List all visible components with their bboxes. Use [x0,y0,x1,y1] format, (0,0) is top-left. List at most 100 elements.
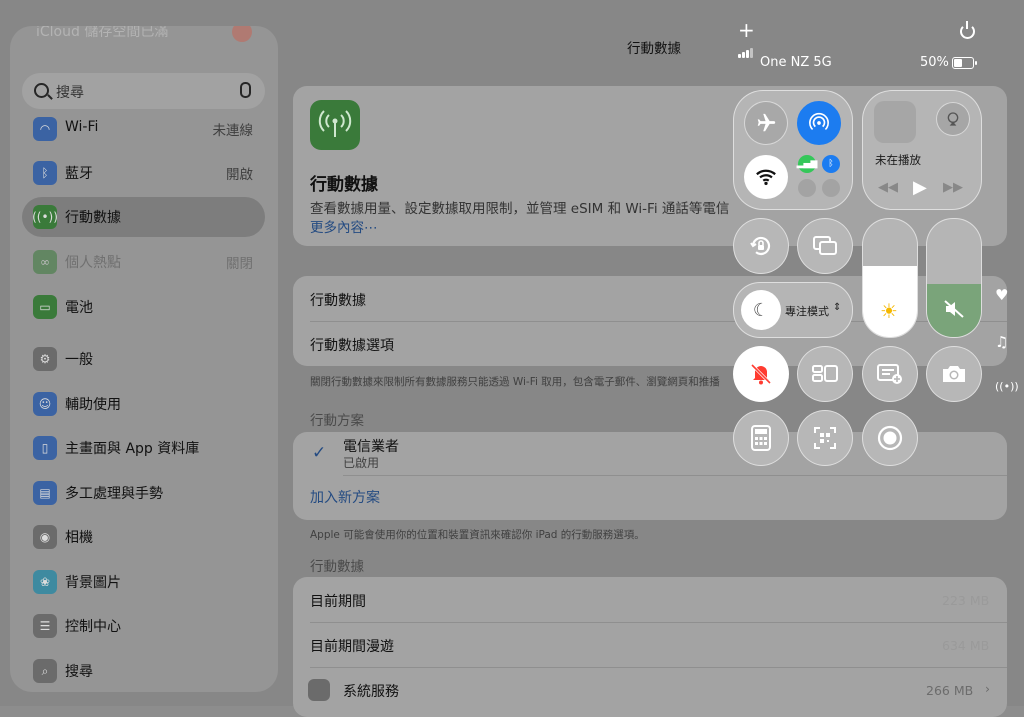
roaming-value: 634 MB [942,638,990,653]
add-control-icon[interactable]: + [738,20,755,40]
calculator-toggle[interactable] [733,410,789,466]
code-scanner-toggle[interactable] [797,410,853,466]
header-description: 查看數據用量、設定數據取用限制，並管理 eSIM 和 Wi-Fi 通話等電信 [310,201,730,217]
plan-status: 已啟用 [343,456,380,470]
plan-name[interactable]: 電信業者 [343,436,399,456]
quick-note-icon [877,364,902,384]
current-period-row: 目前期間 [310,594,366,610]
airplay-icon [947,112,959,126]
sidebar-item-label: 個人熱點 [65,255,121,271]
divider [310,667,1007,668]
sidebar-item-label: 多工處理與手勢 [65,486,163,502]
wifi-icon: ◠ [33,117,57,141]
search-field[interactable]: 搜尋 [22,73,265,109]
cellular-data-row[interactable]: 行動數據 [310,290,366,310]
airdrop-toggle[interactable] [797,101,841,145]
screen-recording-toggle[interactable] [862,410,918,466]
cellular-data-toggle[interactable]: ▂▄▆ [797,155,817,173]
sidebar-item-label: 搜尋 [65,664,93,680]
checkmark-icon: ✓ [312,443,327,463]
sidebar-item-wallpaper[interactable]: ❀ 背景圖片 [22,562,265,602]
header-title: 行動數據 [310,175,378,195]
volume-slider[interactable] [926,218,982,338]
sidebar-item-camera[interactable]: ◉ 相機 [22,517,265,557]
bluetooth-icon: ᛒ [33,161,57,185]
divider [343,475,1007,476]
sidebar-item-value: 關閉 [226,256,253,272]
sidebar-item-label: 行動數據 [65,210,121,226]
rotation-lock-toggle[interactable] [733,218,789,274]
rotation-lock-icon [750,236,771,256]
notification-badge [232,26,252,42]
camera-toggle[interactable] [926,346,982,402]
chevron-right-icon: › [985,681,990,696]
sidebar: iCloud 儲存空間已滿 搜尋 ◠ Wi-Fi 未連線 ᛒ 藍牙 開啟 ((•… [10,26,278,692]
icloud-storage-full-text[interactable]: iCloud 儲存空間已滿 [36,26,168,41]
album-art-placeholder [874,101,916,143]
focus-mode-label: 專注模式 [785,305,829,318]
rewind-icon[interactable]: ◀◀ [878,180,898,195]
sidebar-item-value: 開啟 [226,167,253,183]
screen-mirroring-icon [813,236,837,255]
qr-code-icon [814,427,836,449]
sidebar-item-general[interactable]: ⚙ 一般 [22,339,265,379]
sidebar-item-hotspot[interactable]: ∞ 個人熱點 關閉 [22,242,265,282]
play-icon[interactable]: ▶ [913,177,927,198]
sun-icon: ☀ [880,299,898,323]
sidebar-item-search[interactable]: ⌕ 搜尋 [22,651,265,691]
fast-forward-icon[interactable]: ▶▶ [943,180,963,195]
power-icon[interactable] [960,21,975,39]
sidebar-item-label: 主畫面與 App 資料庫 [65,441,200,457]
learn-more-link[interactable]: 更多內容⋯ [310,216,378,236]
silent-mode-toggle[interactable] [733,346,789,402]
sidebar-item-home-screen[interactable]: ▯ 主畫面與 App 資料庫 [22,428,265,468]
moon-icon: ☾ [752,299,770,321]
sidebar-item-battery[interactable]: ▭ 電池 [22,287,265,327]
quick-note-toggle[interactable] [862,346,918,402]
vpn-toggle[interactable] [798,179,816,197]
airplay-audio-button[interactable] [936,102,970,136]
add-plan-link[interactable]: 加入新方案 [310,487,380,507]
airplane-mode-toggle[interactable] [744,101,788,145]
sidebar-item-value: 未連線 [212,123,254,139]
microphone-icon[interactable] [240,82,251,98]
current-period-value: 223 MB [942,593,990,608]
sidebar-item-cellular[interactable]: ((•)) 行動數據 [22,197,265,237]
bluetooth-toggle[interactable]: ᛒ [822,155,840,173]
sidebar-item-label: 輔助使用 [65,397,121,413]
airplane-icon [757,113,776,132]
heart-icon: ♥ [995,286,1009,304]
sidebar-item-label: 藍牙 [65,166,93,182]
system-services-row[interactable]: 系統服務 [343,681,399,701]
stage-manager-toggle[interactable] [797,346,853,402]
screen-mirroring-toggle[interactable] [797,218,853,274]
sidebar-item-bluetooth[interactable]: ᛒ 藍牙 開啟 [22,153,265,193]
radio-signal-icon: ((•)) [995,380,1019,393]
sidebar-item-label: 一般 [65,352,93,368]
wifi-toggle[interactable] [744,155,788,199]
sidebar-item-accessibility[interactable]: ☺ 輔助使用 [22,384,265,424]
hotspot-link-icon: ∞ [33,250,57,274]
sidebar-item-control-center[interactable]: ☰ 控制中心 [22,606,265,646]
toggles-icon: ☰ [33,614,57,638]
sidebar-item-multitasking[interactable]: ▤ 多工處理與手勢 [22,473,265,513]
accessibility-icon: ☺ [33,392,57,416]
cellular-footer-note: 關閉行動數據來限制所有數據服務只能透過 Wi-Fi 取用，包含電子郵件、瀏覽網頁… [310,376,720,388]
gear-icon [308,679,330,701]
search-icon [34,83,49,98]
sidebar-item-wifi[interactable]: ◠ Wi-Fi 未連線 [22,109,265,149]
search-icon: ⌕ [33,659,57,683]
focus-toggle-small[interactable] [822,179,840,197]
multitasking-icon: ▤ [33,481,57,505]
usage-section-header: 行動數據 [310,559,364,575]
camera-icon: ◉ [33,525,57,549]
chevron-updown-icon: ⇕ [833,302,842,313]
sidebar-item-label: Wi-Fi [65,119,99,135]
battery-percent: 50% [920,55,949,70]
cellular-antenna-icon [310,100,360,150]
sidebar-item-label: 背景圖片 [65,575,121,591]
brightness-slider[interactable]: ☀ [862,218,918,338]
bell-slash-icon [750,363,772,385]
cellular-options-row[interactable]: 行動數據選項 [310,335,394,355]
location-footer-note: Apple 可能會使用你的位置和裝置資訊來確認你 iPad 的行動服務選項。 [310,529,645,541]
